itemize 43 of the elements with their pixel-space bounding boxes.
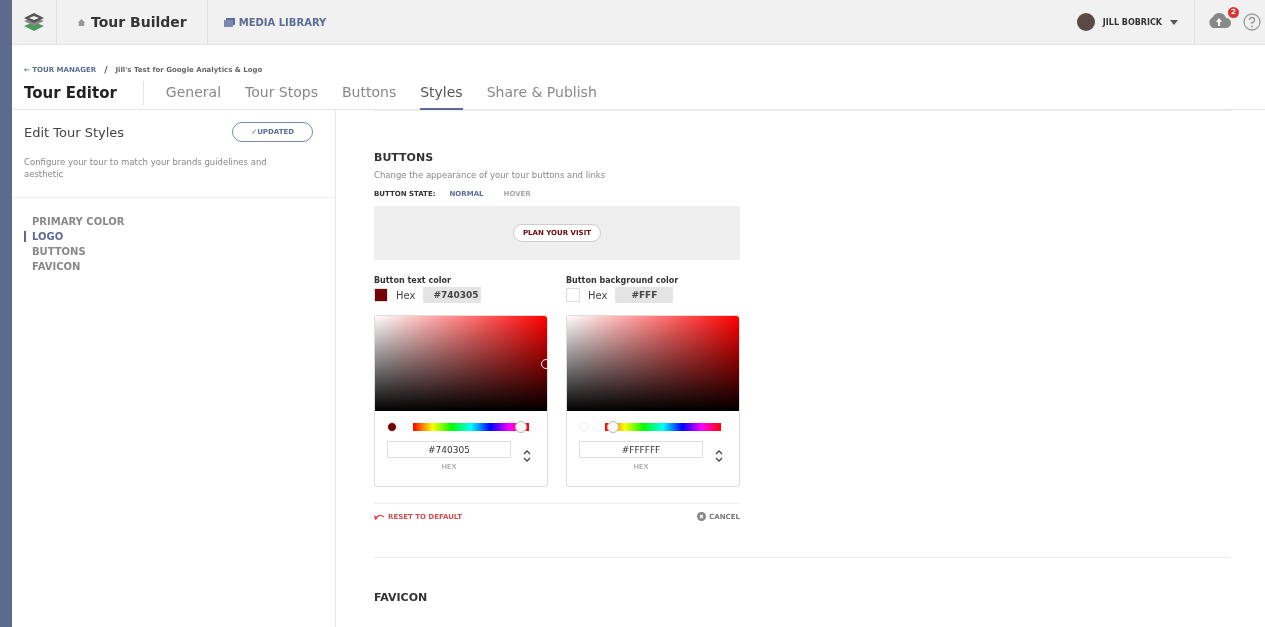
section-description: Change the appearance of your tour buttons and links: [374, 170, 607, 180]
section-title: FAVICON: [374, 591, 429, 604]
tab[interactable]: Buttons: [342, 76, 397, 110]
color-label: Button background color: [566, 276, 680, 285]
format-toggle-icon[interactable]: [523, 450, 531, 462]
saturation-area[interactable]: [567, 316, 739, 411]
hex-value[interactable]: #FFF: [615, 287, 674, 303]
color-swatch[interactable]: [374, 288, 388, 302]
section-title: BUTTONS: [374, 151, 435, 164]
hex-input[interactable]: #FFFFFF: [579, 441, 703, 458]
sidebar-description: Configure your tour to match your brands guidelines and aesthetic: [24, 156, 268, 181]
sidebar-item[interactable]: PRIMARY COLOR: [24, 215, 335, 227]
images-icon: [223, 17, 235, 27]
color-preview-dot: [387, 422, 397, 432]
sidebar-item[interactable]: FAVICON: [24, 260, 335, 272]
tab[interactable]: Share & Publish: [486, 76, 597, 110]
color-label: Button text color: [374, 276, 452, 285]
hue-thumb[interactable]: [607, 421, 620, 433]
sidebar-item[interactable]: BUTTONS: [24, 245, 335, 257]
user-menu[interactable]: JILL BOBRICK: [1060, 0, 1195, 44]
caret-icon: [1170, 19, 1178, 25]
format-toggle-icon[interactable]: [715, 450, 723, 462]
cloud-upload-icon[interactable]: [1207, 12, 1231, 28]
app-title[interactable]: Tour Builder: [91, 14, 187, 30]
saturation-area[interactable]: [375, 316, 547, 411]
hex-value[interactable]: #740305: [423, 287, 482, 303]
media-library-link[interactable]: MEDIA LIBRARY: [207, 16, 327, 28]
breadcrumb-separator: /: [104, 65, 108, 75]
color-swatch[interactable]: [566, 288, 580, 302]
page-title: Tour Editor: [24, 84, 117, 102]
sidebar-title: Edit Tour Styles: [24, 124, 125, 140]
home-icon: [77, 17, 86, 27]
close-circle-icon: [697, 512, 707, 521]
hex-label: Hex: [588, 289, 608, 301]
tab[interactable]: Tour Stops: [245, 76, 318, 110]
undo-icon: [374, 513, 385, 520]
hue-slider[interactable]: [605, 421, 721, 433]
sidebar-item[interactable]: LOGO: [24, 230, 335, 242]
hue-slider[interactable]: [413, 421, 529, 433]
hex-label: Hex: [396, 289, 416, 301]
hue-thumb[interactable]: [514, 421, 527, 433]
hex-input[interactable]: #740305: [387, 441, 511, 458]
tab[interactable]: General: [165, 76, 222, 110]
